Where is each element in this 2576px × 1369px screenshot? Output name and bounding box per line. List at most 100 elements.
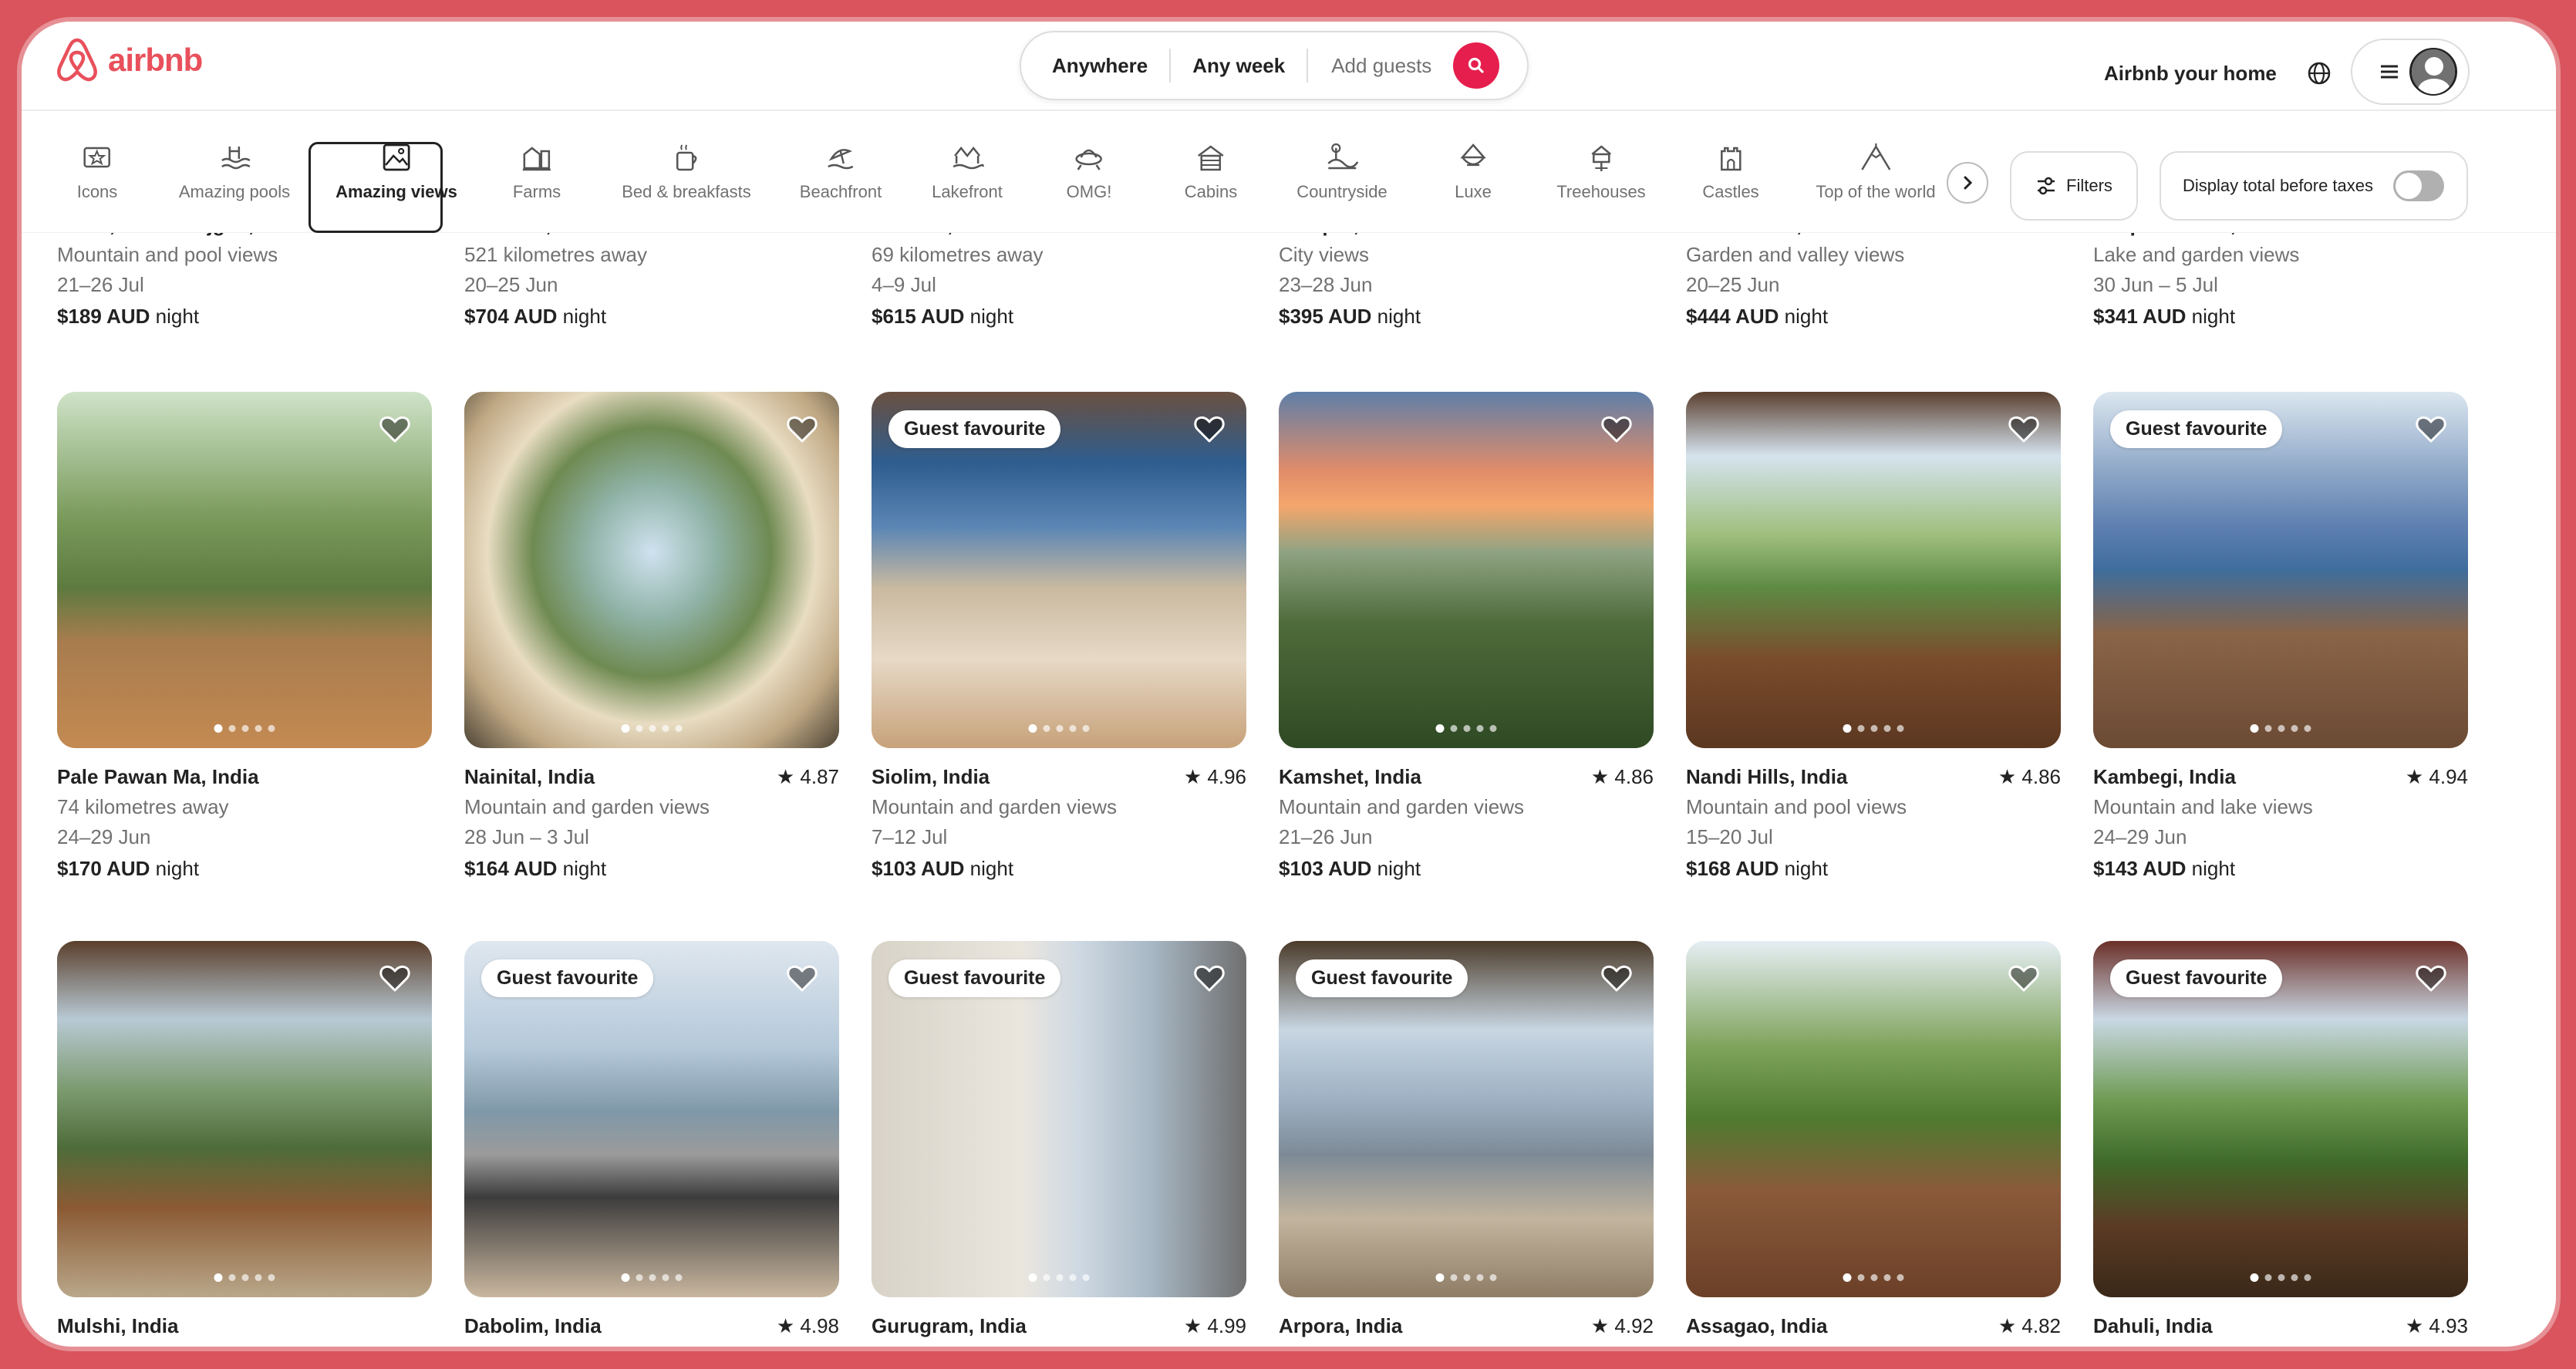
listing-card[interactable]: Nandi Hills, India ★ 4.86 Mountain and poo… [1686,392,2061,881]
category-cabins[interactable]: Cabins [1185,140,1237,202]
listing-card[interactable]: Guest favourite Siolim, India ★ 4.96 Mounta… [872,392,1246,881]
listing-photo[interactable] [464,392,839,748]
listing-rating: ★ 4.86 [1998,765,2061,788]
category-omg[interactable]: OMG! [1067,140,1111,202]
photo-carousel-dots[interactable] [2250,1273,2311,1282]
category-label: Icons [76,182,118,201]
guest-favourite-badge: Guest favourite [2110,410,2283,448]
luxe-icon [1460,143,1486,167]
pool-icon [221,147,251,170]
listing-photo[interactable] [1279,392,1654,748]
category-label: Lakefront [932,182,1003,201]
category-beachfront[interactable]: Beachfront [800,140,882,202]
listing-photo[interactable]: Guest favourite [464,941,839,1297]
category-top-of-the-world[interactable]: Top of the world [1816,140,1936,202]
photo-carousel-dots[interactable] [1435,1273,1497,1282]
category-bed-breakfasts[interactable]: Bed & breakfasts [622,140,751,202]
listing-photo[interactable]: Guest favourite [2093,941,2468,1297]
photo-carousel-dots[interactable] [1843,1273,1904,1282]
heart-icon[interactable] [2414,961,2448,995]
taxes-toggle[interactable] [2393,170,2445,201]
category-lakefront[interactable]: Lakefront [932,140,1003,202]
photo-carousel-dots[interactable] [621,1273,683,1282]
guest-favourite-badge: Guest favourite [888,959,1061,997]
search-when[interactable]: Any week [1171,54,1307,78]
listing-photo[interactable]: Guest favourite [872,941,1246,1297]
heart-icon[interactable] [1192,961,1226,995]
listing-photo[interactable] [1686,941,2061,1297]
listing-dates: 4–9 Jul [872,273,936,296]
listing-info: Assagao, India ★ 4.82 [1686,1314,2061,1338]
heart-icon[interactable] [1192,412,1226,446]
category-castles[interactable]: Castles [1702,140,1759,202]
browser-frame: Velhe, Torna-Rajgad, India★ 4.9Mountain … [22,22,2556,1347]
user-menu-button[interactable] [2351,39,2470,105]
filters-button[interactable]: Filters [2010,151,2138,221]
listing-photo[interactable]: Guest favourite [2093,392,2468,748]
listing-info: Gurugram, India ★ 4.99 [872,1314,1246,1338]
listing-card[interactable]: Guest favourite Arpora, India ★ 4.92 [1279,941,1654,1338]
heart-icon[interactable] [1600,961,1634,995]
listing-card[interactable]: Mulshi, India [57,941,432,1338]
photo-carousel-dots[interactable] [621,724,683,733]
sliders-icon [2038,177,2055,195]
photo-carousel-dots[interactable] [1435,724,1497,733]
category-icons[interactable]: Icons [76,140,118,202]
airbnb-logo[interactable]: airbnb [54,35,203,85]
heart-icon[interactable] [378,961,412,995]
listing-location: Mulshi, India [57,1314,179,1337]
top-header: airbnb Anywhere Any week Add guests Airb… [22,22,2556,111]
search-bar[interactable]: Anywhere Any week Add guests [1020,31,1529,100]
listing-dates: 7–12 Jul [872,825,948,848]
search-guests[interactable]: Add guests [1308,54,1450,78]
listing-photo[interactable] [57,392,432,748]
category-farms[interactable]: Farms [513,140,561,202]
heart-icon[interactable] [785,961,819,995]
category-countryside[interactable]: Countryside [1296,140,1387,202]
airbnb-your-home-link[interactable]: Airbnb your home [2104,62,2277,86]
photo-carousel-dots[interactable] [1843,724,1904,733]
heart-icon[interactable] [2414,412,2448,446]
photo-carousel-dots[interactable] [214,1273,275,1282]
listing-photo[interactable] [1686,392,2061,748]
heart-icon[interactable] [2007,412,2041,446]
listing-card[interactable]: Nainital, India ★ 4.87 Mountain and garden… [464,392,839,881]
globe-icon[interactable] [2306,60,2332,86]
category-label: Amazing pools [178,182,291,201]
category-amazing-views[interactable]: Amazing views [335,140,457,202]
heart-icon[interactable] [2007,961,2041,995]
category-label: Treehouses [1556,182,1646,201]
photo-carousel-dots[interactable] [214,724,275,733]
listing-card[interactable]: Assagao, India ★ 4.82 [1686,941,2061,1338]
search-icon [1468,57,1484,73]
category-label: Cabins [1184,182,1238,201]
listing-card[interactable]: Guest favourite Dahuli, India ★ 4.93 [2093,941,2468,1338]
photo-carousel-dots[interactable] [1028,1273,1090,1282]
search-button[interactable] [1453,42,1500,89]
listing-photo[interactable]: Guest favourite [872,392,1246,748]
display-total-toggle-box[interactable]: Display total before taxes [2160,151,2468,221]
listing-location: Kambegi, India [2093,765,2236,788]
category-amazing-pools[interactable]: Amazing pools [179,140,290,202]
category-luxe[interactable]: Luxe [1455,140,1492,202]
avatar-outline [2409,48,2457,96]
heart-icon[interactable] [1600,412,1634,446]
search-where[interactable]: Anywhere [1052,54,1169,78]
heart-icon[interactable] [378,412,412,446]
listing-card[interactable]: Pale Pawan Ma, India 74 kilometres away 24… [57,392,432,881]
listing-info: Dahuli, India ★ 4.93 [2093,1314,2468,1338]
listing-card[interactable]: Guest favourite Gurugram, India ★ 4.99 [872,941,1246,1338]
listing-card[interactable]: Kamshet, India ★ 4.86 Mountain and garden … [1279,392,1654,881]
category-next-button[interactable] [1947,162,1988,204]
listing-info: Kambegi, India ★ 4.94 Mountain and lake vi… [2093,765,2468,881]
photo-carousel-dots[interactable] [1028,724,1090,733]
listing-photo[interactable]: Guest favourite [1279,941,1654,1297]
listing-dates: 20–25 Jun [464,273,558,296]
heart-icon[interactable] [785,412,819,446]
listing-photo[interactable] [57,941,432,1297]
category-treehouses[interactable]: Treehouses [1556,140,1646,202]
listing-card[interactable]: Guest favourite Dabolim, India ★ 4.98 [464,941,839,1338]
photo-carousel-dots[interactable] [2250,724,2311,733]
listing-price: $143 AUD night [2093,857,2468,881]
listing-card[interactable]: Guest favourite Kambegi, India ★ 4.94 Mount… [2093,392,2468,881]
